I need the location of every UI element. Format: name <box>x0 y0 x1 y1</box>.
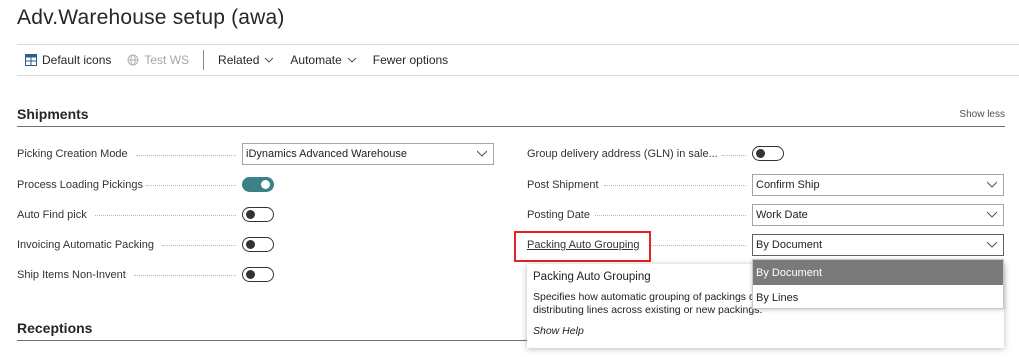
page-title: Adv.Warehouse setup (awa) <box>17 6 285 29</box>
field-posting-date: Posting Date <box>527 204 590 226</box>
chevron-down-icon <box>987 241 997 248</box>
field-picking-creation-mode: Picking Creation Mode <box>17 143 128 165</box>
posting-date-label: Posting Date <box>527 209 590 221</box>
posting-date-select[interactable]: Work Date <box>752 204 1004 226</box>
toolbar-separator <box>203 50 205 70</box>
chevron-down-icon <box>987 211 997 218</box>
leader-dots <box>595 215 746 216</box>
ship-items-non-invent-toggle[interactable] <box>242 267 274 282</box>
receptions-section-title[interactable]: Receptions <box>17 320 92 336</box>
fewer-options-button[interactable]: Fewer options <box>365 46 456 74</box>
leader-dots <box>146 185 236 186</box>
post-shipment-label: Post Shipment <box>527 179 599 191</box>
packing-auto-grouping-value: By Document <box>756 239 823 251</box>
process-loading-pickings-label: Process Loading Pickings <box>17 179 143 191</box>
shipments-section-divider <box>17 126 1005 127</box>
leader-dots <box>650 245 746 246</box>
toggle-knob <box>261 180 270 189</box>
chevron-down-icon <box>265 57 274 63</box>
chevron-down-icon <box>987 181 997 188</box>
posting-date-value: Work Date <box>756 209 808 221</box>
toggle-knob <box>756 149 765 158</box>
field-process-loading-pickings: Process Loading Pickings <box>17 174 143 196</box>
table-icon <box>25 54 37 66</box>
field-ship-items-non-invent: Ship Items Non-Invent <box>17 264 126 286</box>
invoicing-automatic-packing-label: Invoicing Automatic Packing <box>17 239 154 251</box>
auto-find-pick-label: Auto Find pick <box>17 209 87 221</box>
leader-dots <box>136 155 236 156</box>
auto-find-pick-toggle[interactable] <box>242 207 274 222</box>
related-label: Related <box>218 53 260 67</box>
group-delivery-address-label: Group delivery address (GLN) in sale... <box>527 148 718 160</box>
invoicing-automatic-packing-toggle[interactable] <box>242 237 274 252</box>
globe-gear-icon <box>127 54 139 66</box>
show-less-link[interactable]: Show less <box>959 109 1005 120</box>
show-help-link[interactable]: Show Help <box>533 325 998 337</box>
default-icons-button[interactable]: Default icons <box>17 46 119 74</box>
field-auto-find-pick: Auto Find pick <box>17 204 87 226</box>
field-invoicing-automatic-packing: Invoicing Automatic Packing <box>17 234 154 256</box>
highlight-annotation <box>514 231 651 262</box>
toggle-knob <box>246 210 255 219</box>
shipments-section-title[interactable]: Shipments <box>17 106 89 122</box>
default-icons-label: Default icons <box>42 53 112 67</box>
chevron-down-icon <box>477 150 487 157</box>
test-ws-button[interactable]: Test WS <box>119 46 197 74</box>
post-shipment-select[interactable]: Confirm Ship <box>752 174 1004 196</box>
fewer-options-label: Fewer options <box>372 53 449 67</box>
toolbar-bottom-divider <box>17 75 1019 76</box>
dropdown-option-by-document[interactable]: By Document <box>753 260 1003 285</box>
packing-auto-grouping-dropdown: By Document By Lines <box>752 259 1004 309</box>
toggle-knob <box>246 240 255 249</box>
leader-dots <box>95 215 236 216</box>
packing-auto-grouping-select[interactable]: By Document <box>752 234 1004 256</box>
action-bar: Default icons Test WS Related Automate F… <box>17 46 1019 74</box>
dropdown-option-by-lines[interactable]: By Lines <box>753 285 1003 310</box>
leader-dots <box>722 155 746 156</box>
toggle-knob <box>246 270 255 279</box>
automate-menu[interactable]: Automate <box>282 46 364 74</box>
chevron-down-icon <box>347 57 357 63</box>
field-post-shipment: Post Shipment <box>527 174 599 196</box>
ship-items-non-invent-label: Ship Items Non-Invent <box>17 269 126 281</box>
leader-dots <box>604 185 746 186</box>
process-loading-pickings-toggle[interactable] <box>242 177 274 192</box>
leader-dots <box>134 275 236 276</box>
picking-creation-mode-label: Picking Creation Mode <box>17 148 128 160</box>
test-ws-label: Test WS <box>144 53 190 67</box>
field-group-delivery-address: Group delivery address (GLN) in sale... <box>527 143 718 165</box>
picking-creation-mode-select[interactable]: iDynamics Advanced Warehouse <box>242 143 494 165</box>
post-shipment-value: Confirm Ship <box>756 179 820 191</box>
leader-dots <box>162 245 236 246</box>
related-menu[interactable]: Related <box>210 46 282 74</box>
toolbar-top-divider <box>17 44 1019 45</box>
picking-creation-mode-value: iDynamics Advanced Warehouse <box>246 148 408 160</box>
automate-label: Automate <box>290 53 342 67</box>
receptions-section-divider <box>17 340 527 341</box>
group-delivery-address-toggle[interactable] <box>752 146 784 161</box>
